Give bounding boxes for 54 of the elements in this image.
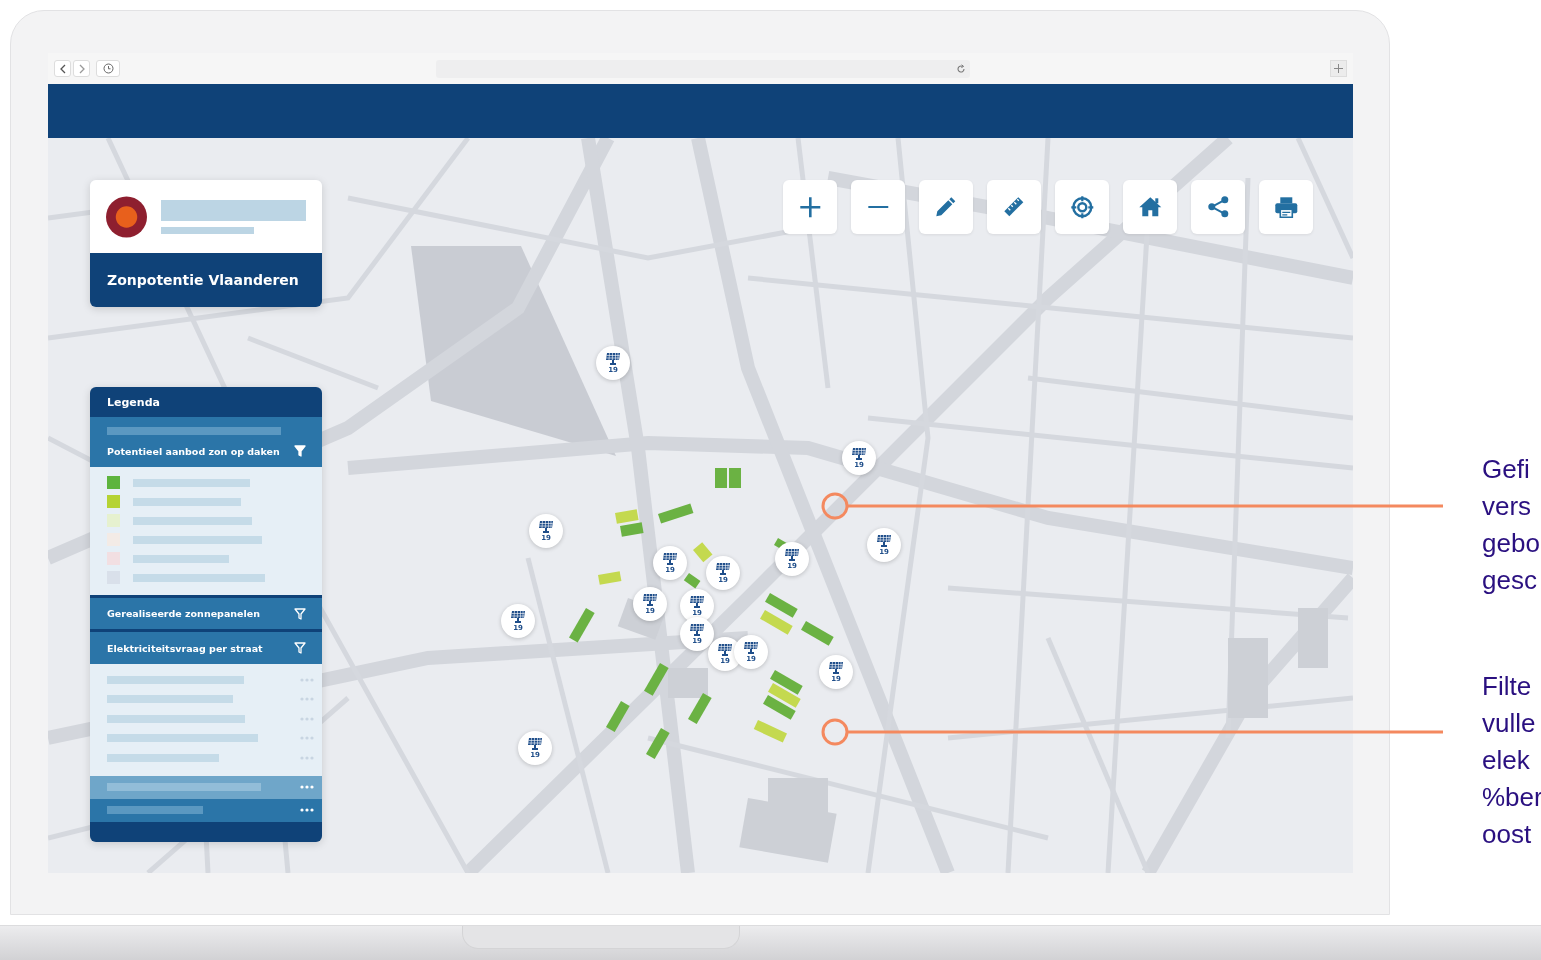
zoom-in-button[interactable] (783, 180, 837, 234)
clock-icon (102, 63, 114, 74)
solar-panel-icon (662, 552, 678, 566)
solar-panel-icon (689, 595, 705, 609)
solar-panel-icon (828, 661, 844, 675)
filter-icon[interactable] (294, 642, 306, 654)
home-button[interactable] (1123, 180, 1177, 234)
minus-icon (866, 205, 890, 209)
zoom-out-button[interactable] (851, 180, 905, 234)
pencil-icon (935, 196, 957, 218)
solar-panel-icon (715, 562, 731, 576)
more-icon[interactable] (300, 785, 314, 789)
filter-icon[interactable] (294, 445, 306, 457)
callout-text: Gefi vers gebo gesc (1482, 453, 1541, 597)
solar-panel-icon (717, 643, 733, 657)
solar-panel-icon (876, 534, 892, 548)
solar-panel-icon (605, 352, 621, 366)
solar-panel-icon (642, 593, 658, 607)
back-button[interactable] (54, 60, 71, 77)
solar-panel-icon (538, 520, 554, 534)
home-icon (1137, 196, 1163, 218)
solar-panel-icon (851, 447, 867, 461)
legend-section-header[interactable]: Potentieel aanbod zon op daken (90, 435, 322, 467)
printer-icon (1273, 195, 1299, 219)
crosshair-icon (1069, 194, 1095, 220)
locate-button[interactable] (1055, 180, 1109, 234)
legend-section-header[interactable]: Elektriciteitsvraag per straat (90, 632, 322, 664)
building-shape (668, 668, 708, 698)
share-button[interactable] (1191, 180, 1245, 234)
reload-icon[interactable] (956, 63, 966, 74)
plus-icon (798, 195, 822, 219)
measure-button[interactable] (987, 180, 1041, 234)
solar-panel-icon (743, 641, 759, 655)
solar-panel-icon (689, 623, 705, 637)
app-title: Zonpotentie Vlaanderen (107, 272, 299, 288)
ruler-icon (1003, 196, 1025, 218)
draw-button[interactable] (919, 180, 973, 234)
history-button[interactable] (96, 60, 120, 77)
print-button[interactable] (1259, 180, 1313, 234)
solar-panel-icon (784, 548, 800, 562)
filter-icon[interactable] (294, 607, 306, 620)
plus-icon (1334, 64, 1343, 73)
chevron-right-icon (77, 63, 86, 74)
solar-panel-icon (510, 610, 526, 624)
legend-title: Legenda (107, 395, 160, 409)
chevron-left-icon (58, 63, 67, 74)
legend-section-header[interactable]: Gerealiseerde zonnepanelen (90, 598, 322, 629)
legend-row[interactable] (90, 775, 322, 799)
share-icon (1206, 195, 1230, 219)
logo-icon (106, 195, 147, 238)
more-icon[interactable] (300, 808, 314, 812)
solar-panel-icon (527, 737, 543, 751)
new-tab-button[interactable] (1330, 60, 1347, 77)
building-shape (1298, 608, 1328, 668)
